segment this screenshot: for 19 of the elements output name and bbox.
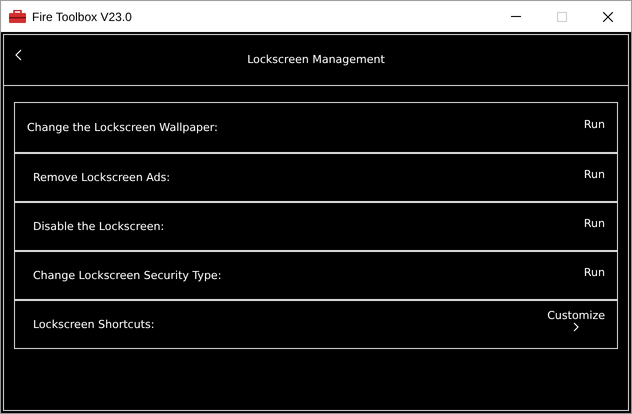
- maximize-icon: [557, 12, 567, 22]
- run-button[interactable]: Run: [584, 217, 605, 230]
- option-label: Disable the Lockscreen:: [33, 220, 164, 233]
- window-title: Fire Toolbox V23.0: [32, 10, 133, 24]
- page-title: Lockscreen Management: [246, 53, 386, 66]
- option-label: Remove Lockscreen Ads:: [33, 171, 170, 184]
- chevron-right-icon: [573, 322, 580, 332]
- customize-button[interactable]: Customize: [547, 309, 605, 332]
- run-button[interactable]: Run: [584, 118, 605, 131]
- option-label: Change the Lockscreen Wallpaper:: [27, 121, 218, 134]
- close-icon: [603, 12, 613, 22]
- run-button[interactable]: Run: [584, 266, 605, 279]
- option-label: Lockscreen Shortcuts:: [33, 318, 154, 331]
- option-label: Change Lockscreen Security Type:: [33, 269, 222, 282]
- toolbox-icon: [9, 10, 26, 23]
- back-button[interactable]: [15, 48, 23, 60]
- minimize-icon: [511, 16, 521, 17]
- chevron-left-icon: [15, 48, 23, 60]
- run-button[interactable]: Run: [584, 168, 605, 181]
